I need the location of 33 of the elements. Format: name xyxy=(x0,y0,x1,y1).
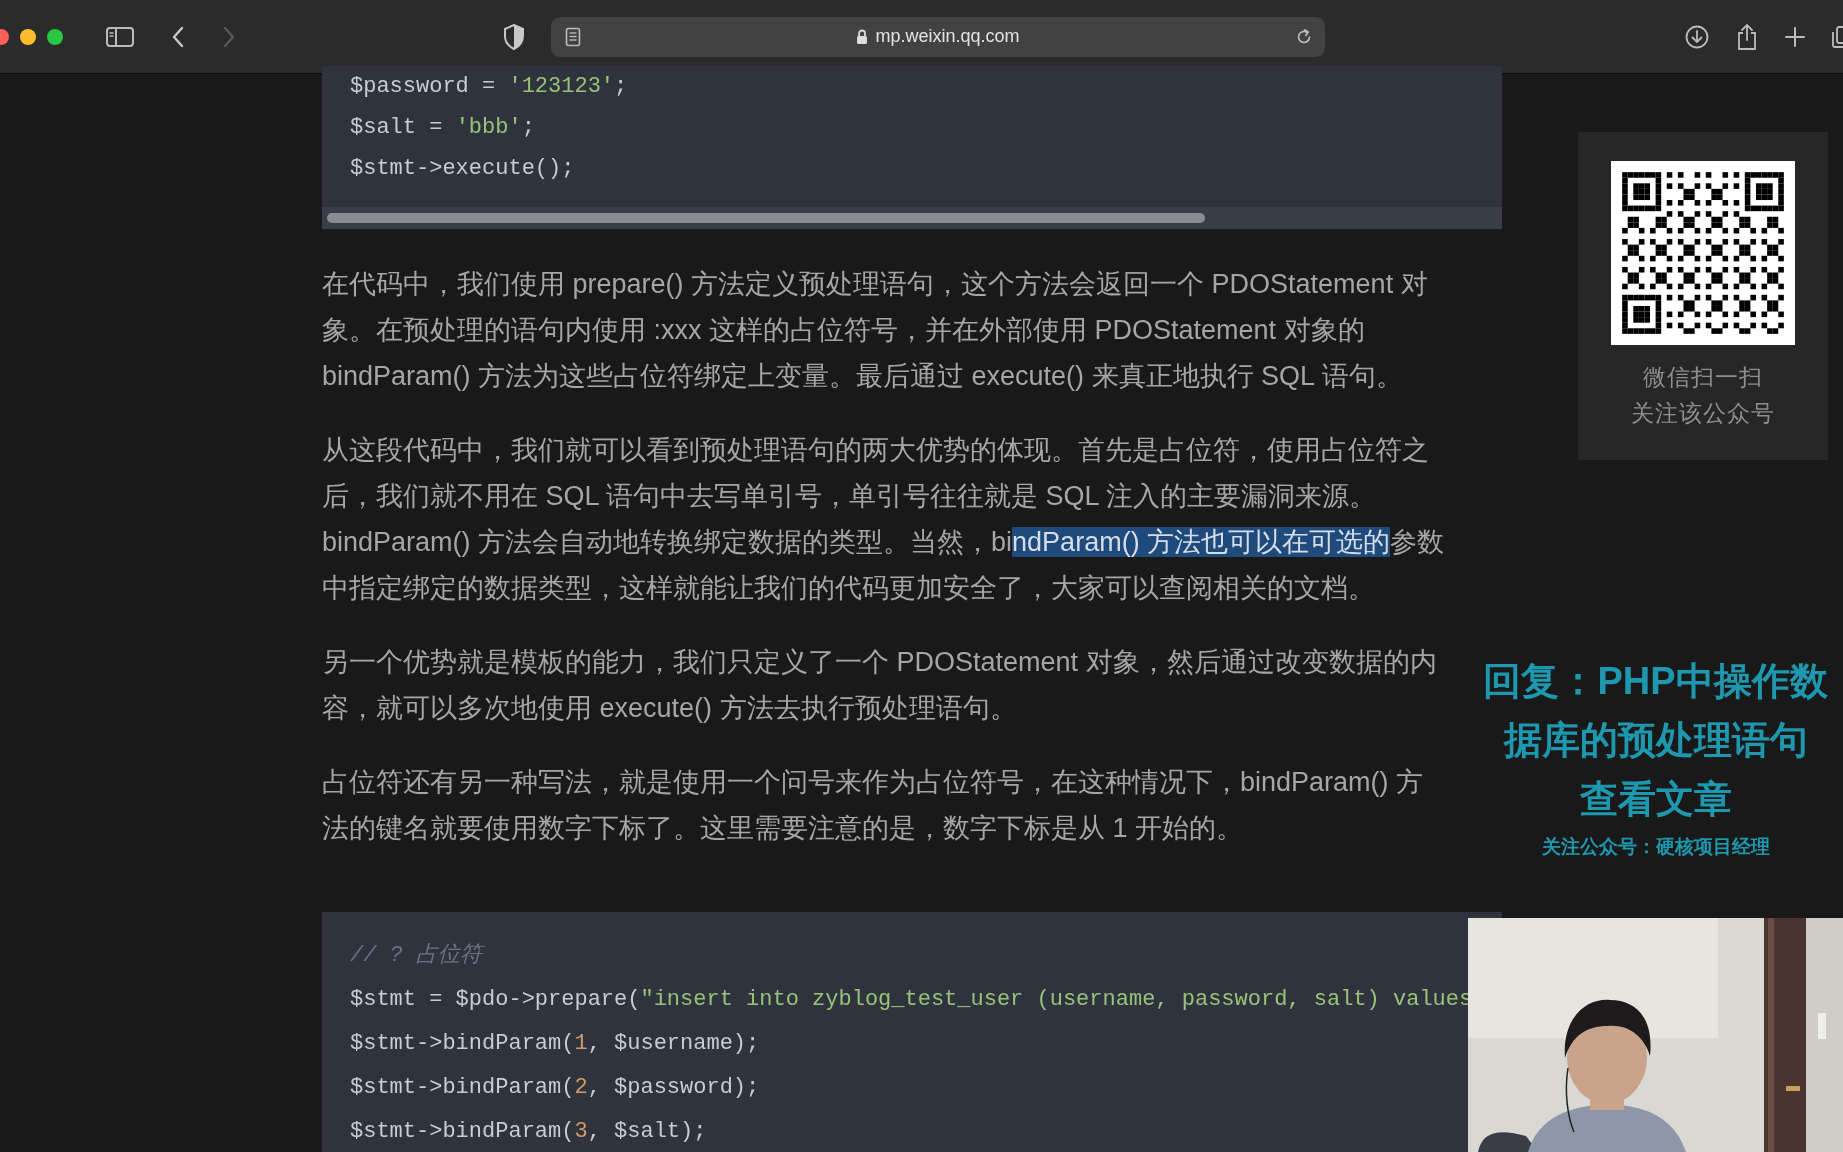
code-line: $salt = 'bbb'; xyxy=(350,114,536,142)
code-line: $stmt->bindParam(3, $salt); xyxy=(350,1118,708,1146)
code-line: $stmt = $pdo->prepare("insert into zyblog_test_user (username, password, salt) values xyxy=(350,986,1474,1014)
article-paragraph: 在代码中，我们使用 prepare() 方法定义预处理语句，这个方法会返回一个 PDOStatement 对 象。在预处理的语句内使用 :xxx 这样的占位符号，并在外部使用 PDOStatement 对象的 bindParam() 方法为这些占位符绑定上变量。最后通过 execute() 来真正地执行 SQL 语句。 xyxy=(322,268,1428,393)
overlay-title: 回复：PHP中操作数 xyxy=(1483,659,1828,704)
zoom-button[interactable] xyxy=(47,28,63,45)
article-paragraph: 占位符还有另一种写法，就是使用一个问号来作为占位符号，在这种情况下，bindParam() 方 法的键名就要使用数字下标了。这里需要注意的是，数字下标是从 1 开始的。 xyxy=(322,766,1424,845)
sidebar-icon[interactable] xyxy=(105,24,135,49)
shield-icon[interactable] xyxy=(503,23,525,50)
download-icon[interactable] xyxy=(1684,23,1710,50)
horizontal-scrollbar[interactable] xyxy=(322,207,1502,229)
code-line: $stmt->bindParam(1, $username); xyxy=(350,1030,761,1058)
qr-code[interactable] xyxy=(1611,161,1795,345)
code-line: $stmt->execute(); xyxy=(350,155,576,183)
qr-caption: 关注该公众号 xyxy=(1631,399,1775,428)
code-line: $stmt->bindParam(2, $password); xyxy=(350,1074,761,1102)
address-bar[interactable]: mp.weixin.qq.com xyxy=(551,16,1325,57)
share-icon[interactable] xyxy=(1735,22,1759,51)
overlay-title: 据库的预处理语句 xyxy=(1503,718,1808,763)
lock-icon xyxy=(856,28,869,45)
article-paragraph: 从这段代码中，我们就可以看到预处理语句的两大优势的体现。首先是占位符，使用占位符之 后，我们就不用在 SQL 语句中去写单引号，单引号往往就是 SQL 注入的主要漏洞来源。 bindParam() 方法会自动地转换绑定数据的类型。当然，bindParam() 方法也可以在可选的参数 中指定绑定的数据类型，这样就能让我们的代码更加安全了，大家可以查阅相关的文档。 xyxy=(322,434,1445,605)
minimize-button[interactable] xyxy=(20,28,36,45)
article-paragraph: 另一个优势就是模板的能力，我们只定义了一个 PDOStatement 对象，然后通过改变数据的内 容，就可以多次地使用 execute() 方法去执行预处理语句。 xyxy=(322,646,1437,725)
qr-caption: 微信扫一扫 xyxy=(1643,363,1763,392)
code-line: $password = '123123'; xyxy=(350,73,629,101)
overlay-title: 查看文章 xyxy=(1579,777,1732,822)
reader-icon[interactable] xyxy=(565,26,581,47)
new-tab-icon[interactable] xyxy=(1784,25,1806,48)
code-line: // ? 占位符 xyxy=(350,934,1474,978)
reload-icon[interactable] xyxy=(1295,27,1313,46)
overlay-subtitle: 关注公众号：硬核项目经理 xyxy=(1541,835,1770,859)
url-text: mp.weixin.qq.com xyxy=(875,26,1020,47)
back-button[interactable] xyxy=(170,24,186,49)
